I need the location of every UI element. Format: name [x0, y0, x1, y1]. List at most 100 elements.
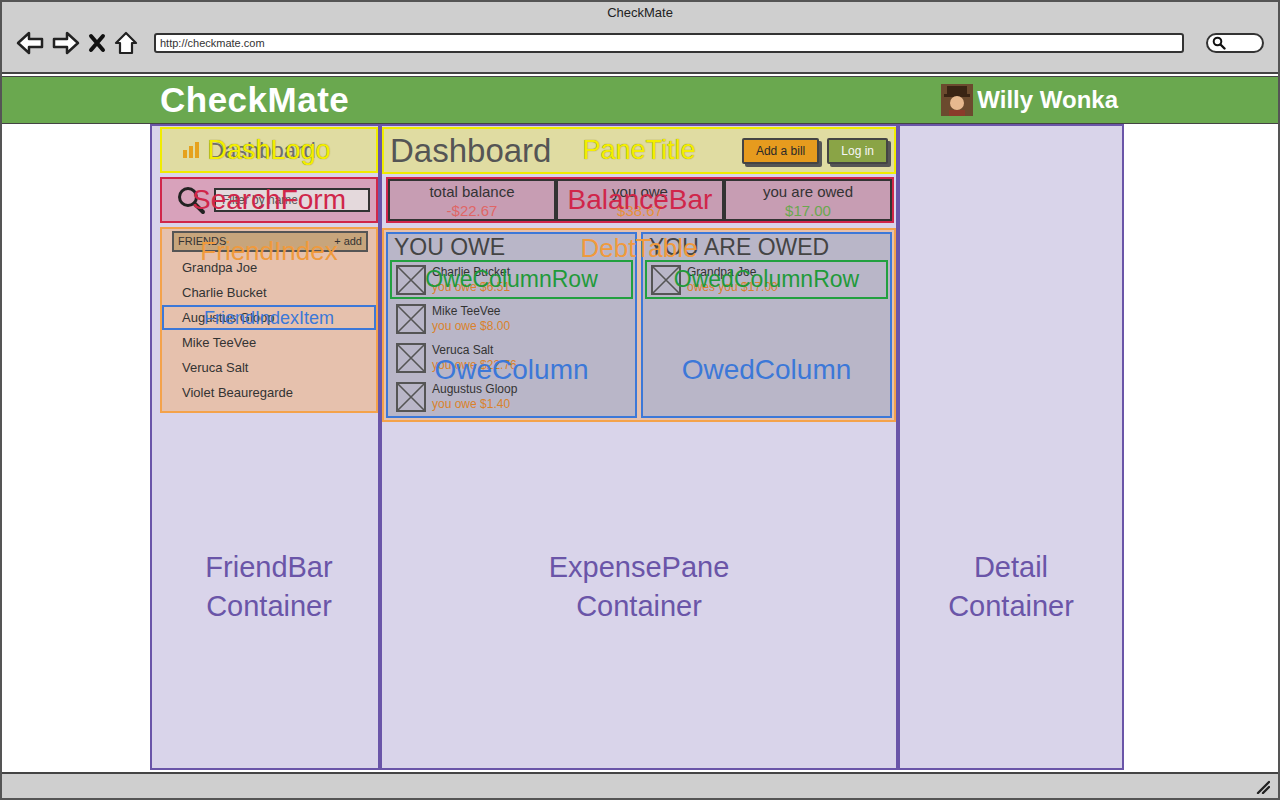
filter-input[interactable] — [214, 188, 370, 212]
debt-amount: you owe $22.76 — [432, 358, 517, 373]
friends-title: FRIENDS — [178, 233, 226, 250]
friend-name: Mike TeeVee — [182, 335, 256, 350]
forward-arrow-icon[interactable] — [52, 31, 80, 55]
person-placeholder-icon — [651, 265, 681, 295]
person-placeholder-icon — [396, 382, 426, 412]
balance-bar: total balance-$22.67you owe$38.67you are… — [386, 177, 894, 223]
owed-column: YOU ARE OWEDGrandpa Joeowes you $17.00Ow… — [641, 232, 892, 418]
debt-amount: you owe $1.40 — [432, 397, 517, 412]
debt-name: Grandpa Joe — [687, 265, 778, 280]
annotation-label: PaneTitle — [384, 129, 894, 172]
annotation-label: FriendIndexItem — [164, 307, 374, 328]
friend-item[interactable]: Grandpa Joe — [162, 255, 376, 280]
friend-item[interactable]: Augustus GloopFriendIndexItem — [162, 305, 376, 330]
magnifier-icon — [176, 185, 206, 215]
dash-logo[interactable]: Dashboard DashLogo — [160, 127, 378, 173]
container-label-line: Container — [160, 587, 378, 626]
user-avatar-icon — [941, 84, 973, 116]
friend-list: Grandpa Joe Charlie Bucket Augustus GloopF… — [162, 255, 376, 405]
resize-grip-icon[interactable] — [1254, 778, 1270, 794]
debt-row[interactable]: Grandpa Joeowes you $17.00OwedColumnRow — [645, 260, 888, 299]
friend-item[interactable]: Mike TeeVee — [162, 330, 376, 355]
friend-name: Augustus Gloop — [182, 310, 275, 325]
app-header: CheckMate Willy Wonka — [2, 76, 1278, 124]
person-placeholder-icon — [396, 304, 426, 334]
balance-cell: you are owed$17.00 — [724, 179, 892, 221]
home-icon[interactable] — [114, 31, 138, 55]
pane-title-text: Dashboard — [390, 134, 551, 167]
stop-x-icon[interactable] — [88, 33, 106, 53]
debt-row[interactable]: Mike TeeVeeyou owe $8.00 — [390, 299, 633, 338]
debt-row[interactable]: Veruca Saltyou owe $22.76 — [390, 338, 633, 377]
pane-buttons: Add a bill Log in — [742, 138, 888, 164]
debt-row[interactable]: Charlie Bucketyou owe $6.51OweColumnRow — [390, 260, 633, 299]
debt-name: Mike TeeVee — [432, 304, 510, 319]
container-label: Detail Container — [900, 548, 1122, 626]
debt-row[interactable]: Augustus Gloopyou owe $1.40 — [390, 377, 633, 416]
debt-name: Veruca Salt — [432, 343, 517, 358]
debt-amount: owes you $17.00 — [687, 280, 778, 295]
debt-amount: you owe $8.00 — [432, 319, 510, 334]
user-menu[interactable]: Willy Wonka — [941, 82, 1118, 118]
magnifier-icon — [1212, 36, 1226, 50]
column-header: YOU OWE — [388, 234, 635, 260]
expense-pane-container: Dashboard Add a bill Log in PaneTitle tot… — [380, 124, 898, 770]
friend-item[interactable]: Charlie Bucket — [162, 280, 376, 305]
balance-label: you owe — [558, 183, 722, 201]
friend-item[interactable]: Violet Beauregarde — [162, 380, 376, 405]
chart-logo-icon — [182, 141, 200, 159]
friend-item[interactable]: Veruca Salt — [162, 355, 376, 380]
detail-container: Detail Container — [898, 124, 1124, 770]
column-header: YOU ARE OWED — [643, 234, 890, 260]
log-in-button[interactable]: Log in — [827, 138, 888, 164]
balance-label: total balance — [390, 183, 554, 201]
debt-table: YOU OWECharlie Bucketyou owe $6.51OweCol… — [382, 228, 896, 422]
add-friend-button[interactable]: + add — [334, 233, 362, 250]
friend-name: Veruca Salt — [182, 360, 249, 375]
friend-name: Violet Beauregarde — [182, 385, 293, 400]
annotation-label: DashLogo — [162, 129, 376, 171]
debt-row-text: Mike TeeVeeyou owe $8.00 — [432, 304, 510, 334]
owe-column: YOU OWECharlie Bucketyou owe $6.51OweCol… — [386, 232, 637, 418]
balance-label: you are owed — [726, 183, 890, 201]
friend-name: Charlie Bucket — [182, 285, 267, 300]
annotation-label: OwedColumnRow — [647, 262, 886, 297]
container-label-line: Container — [900, 587, 1122, 626]
browser-window-bar: CheckMate http://checkmate.com — [2, 0, 1278, 74]
debt-row-text: Grandpa Joeowes you $17.00 — [687, 265, 778, 295]
debt-row-text: Augustus Gloopyou owe $1.40 — [432, 382, 517, 412]
annotation-label: OweColumnRow — [392, 262, 631, 297]
annotation-label: OwedColumn — [643, 352, 890, 388]
debt-name: Augustus Gloop — [432, 382, 517, 397]
annotation-label: OweColumn — [388, 352, 635, 388]
container-label: ExpensePane Container — [382, 548, 896, 626]
add-bill-button[interactable]: Add a bill — [742, 138, 819, 164]
person-placeholder-icon — [396, 343, 426, 373]
balance-amount: $17.00 — [726, 201, 890, 221]
back-arrow-icon[interactable] — [16, 31, 44, 55]
app-logo[interactable]: CheckMate — [160, 74, 349, 127]
balance-amount: -$22.67 — [390, 201, 554, 221]
debt-row-text: Charlie Bucketyou owe $6.51 — [432, 265, 510, 295]
status-bar — [2, 772, 1278, 800]
friends-header: FRIENDS + add — [172, 231, 368, 252]
search-form: SearchForm — [160, 177, 378, 223]
balance-cell: total balance-$22.67 — [388, 179, 556, 221]
address-bar[interactable]: http://checkmate.com — [154, 33, 1184, 53]
window-title: CheckMate — [2, 2, 1278, 24]
dash-logo-text: Dashboard — [208, 134, 316, 167]
browser-search-field[interactable] — [1206, 33, 1264, 53]
container-label-line: Detail — [900, 548, 1122, 587]
debt-name: Charlie Bucket — [432, 265, 510, 280]
balance-cell: you owe$38.67 — [556, 179, 724, 221]
annotation-label: DebtTable — [384, 232, 894, 264]
friend-index: FRIENDS + add Grandpa Joe Charlie Bucket A… — [160, 227, 378, 413]
annotation-label: SearchForm — [162, 179, 376, 221]
annotation-label: FriendIndex — [162, 235, 376, 267]
container-label: FriendBar Container — [160, 548, 378, 626]
pane-title: Dashboard Add a bill Log in PaneTitle — [382, 127, 896, 174]
balance-amount: $38.67 — [558, 201, 722, 221]
annotation-label: BalanceBar — [388, 179, 892, 221]
debt-row-text: Veruca Saltyou owe $22.76 — [432, 343, 517, 373]
container-label-line: Container — [382, 587, 896, 626]
